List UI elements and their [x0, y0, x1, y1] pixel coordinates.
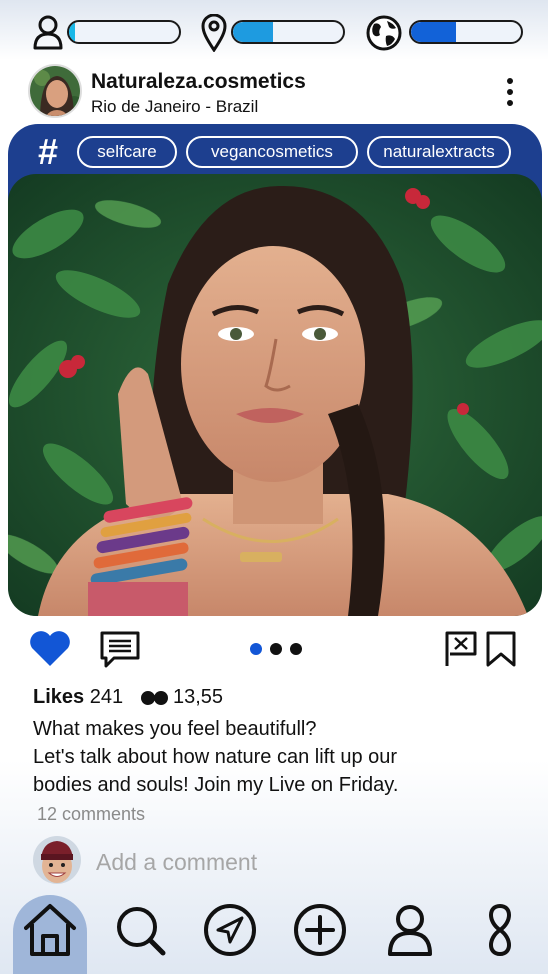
profile-meter [67, 20, 181, 44]
bookmark-icon[interactable] [484, 630, 518, 668]
comment-bubble-icon[interactable] [98, 630, 142, 670]
profile-icon[interactable] [380, 900, 440, 960]
account-name[interactable]: Naturaleza.cosmetics [91, 70, 306, 94]
global-meter-fill [411, 22, 457, 42]
location-meter-fill [233, 22, 273, 42]
post-location[interactable]: Rio de Janeiro - Brazil [91, 97, 258, 117]
location-pin-icon[interactable] [201, 14, 227, 52]
location-meter [231, 20, 345, 44]
likes-label: Likes [33, 686, 85, 708]
add-comment-input[interactable] [96, 846, 496, 878]
infinity-icon[interactable] [470, 900, 530, 960]
views-value: 13,55 [173, 686, 224, 708]
hashtag-icon: # [38, 131, 59, 172]
globe-icon[interactable] [365, 14, 403, 52]
profile-meter-fill [69, 22, 75, 42]
report-flag-icon[interactable] [444, 630, 478, 668]
post-image[interactable] [8, 174, 542, 616]
add-icon[interactable] [290, 900, 350, 960]
user-icon[interactable] [32, 14, 64, 50]
send-icon[interactable] [200, 900, 260, 960]
search-icon[interactable] [110, 900, 170, 960]
likes-count: Likes 241 [33, 686, 123, 709]
caption-line: bodies and souls! Join my Live on Friday… [33, 774, 399, 796]
tag-naturalextracts[interactable]: naturalextracts [367, 136, 511, 168]
like-heart-icon[interactable] [28, 630, 72, 668]
home-icon[interactable] [20, 900, 80, 960]
carousel-dot[interactable] [270, 643, 282, 655]
caption-line: What makes you feel beautifull? [33, 718, 317, 740]
likes-value: 241 [89, 686, 124, 708]
account-avatar[interactable] [28, 64, 82, 118]
carousel-dot[interactable] [250, 643, 262, 655]
more-options-icon[interactable] [500, 76, 520, 108]
tag-selfcare[interactable]: selfcare [77, 136, 177, 168]
current-user-avatar[interactable] [33, 836, 81, 884]
tag-vegancosmetics[interactable]: vegancosmetics [186, 136, 358, 168]
carousel-dot[interactable] [290, 643, 302, 655]
views-count: 13,55 [140, 686, 223, 709]
caption-line: Let's talk about how nature can lift up … [33, 746, 398, 768]
view-comments-link[interactable]: 12 comments [37, 804, 145, 825]
global-meter [409, 20, 523, 44]
views-icon [141, 690, 168, 705]
